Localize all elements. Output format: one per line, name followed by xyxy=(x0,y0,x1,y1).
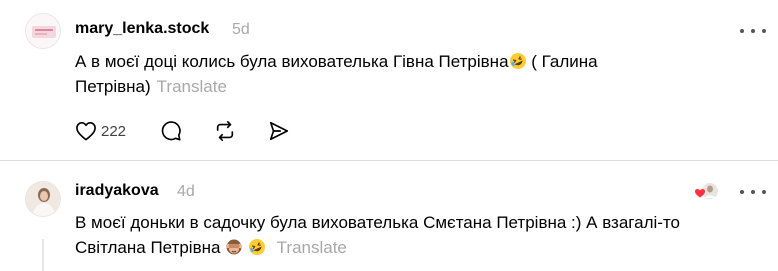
post-time[interactable]: 4d xyxy=(177,183,195,201)
post-text-line: ( Галина xyxy=(526,52,598,71)
thread-line xyxy=(42,239,44,271)
post-text-line: Світлана Петрівна xyxy=(75,238,221,257)
see-no-evil-monkey-emoji xyxy=(225,238,243,256)
rolling-on-floor-laughing-emoji xyxy=(509,52,527,70)
repost-button[interactable] xyxy=(214,120,236,142)
repost-icon xyxy=(216,121,234,141)
send-icon xyxy=(269,121,289,141)
reply-post: iradyakova 4d В моєї доньки в садочку бу… xyxy=(0,161,778,271)
reply-post: mary_lenka.stock 5d А в моєї доці колись… xyxy=(0,0,778,160)
post-text: В моєї доньки в садочку була виховательк… xyxy=(75,210,765,260)
like-count: 222 xyxy=(101,122,127,140)
rolling-on-floor-laughing-emoji xyxy=(248,238,266,256)
post-text-line: В моєї доньки в садочку була виховательк… xyxy=(75,213,680,232)
more-icon xyxy=(740,190,744,194)
more-icon xyxy=(740,29,744,33)
post-time[interactable]: 5d xyxy=(232,21,250,39)
username[interactable]: iradyakova xyxy=(75,182,159,200)
action-bar: 222 xyxy=(75,117,310,145)
liked-by-author-badge xyxy=(694,181,720,203)
post-text: А в моєї доці колись була вихователька Г… xyxy=(75,49,735,99)
like-button[interactable]: 222 xyxy=(75,121,126,141)
comment-icon xyxy=(161,121,181,141)
avatar[interactable] xyxy=(25,181,61,217)
more-button[interactable] xyxy=(740,22,766,40)
post-text-line: А в моєї доці колись була вихователька Г… xyxy=(75,52,509,71)
username[interactable]: mary_lenka.stock xyxy=(75,20,209,38)
share-button[interactable] xyxy=(268,120,290,142)
post-text-line: Петрівна) xyxy=(75,77,151,96)
avatar[interactable] xyxy=(25,13,61,49)
translate-link[interactable]: Translate xyxy=(277,238,347,257)
heart-icon xyxy=(76,122,96,141)
translate-link[interactable]: Translate xyxy=(157,77,227,96)
more-button[interactable] xyxy=(740,183,766,201)
reply-button[interactable] xyxy=(160,120,182,142)
